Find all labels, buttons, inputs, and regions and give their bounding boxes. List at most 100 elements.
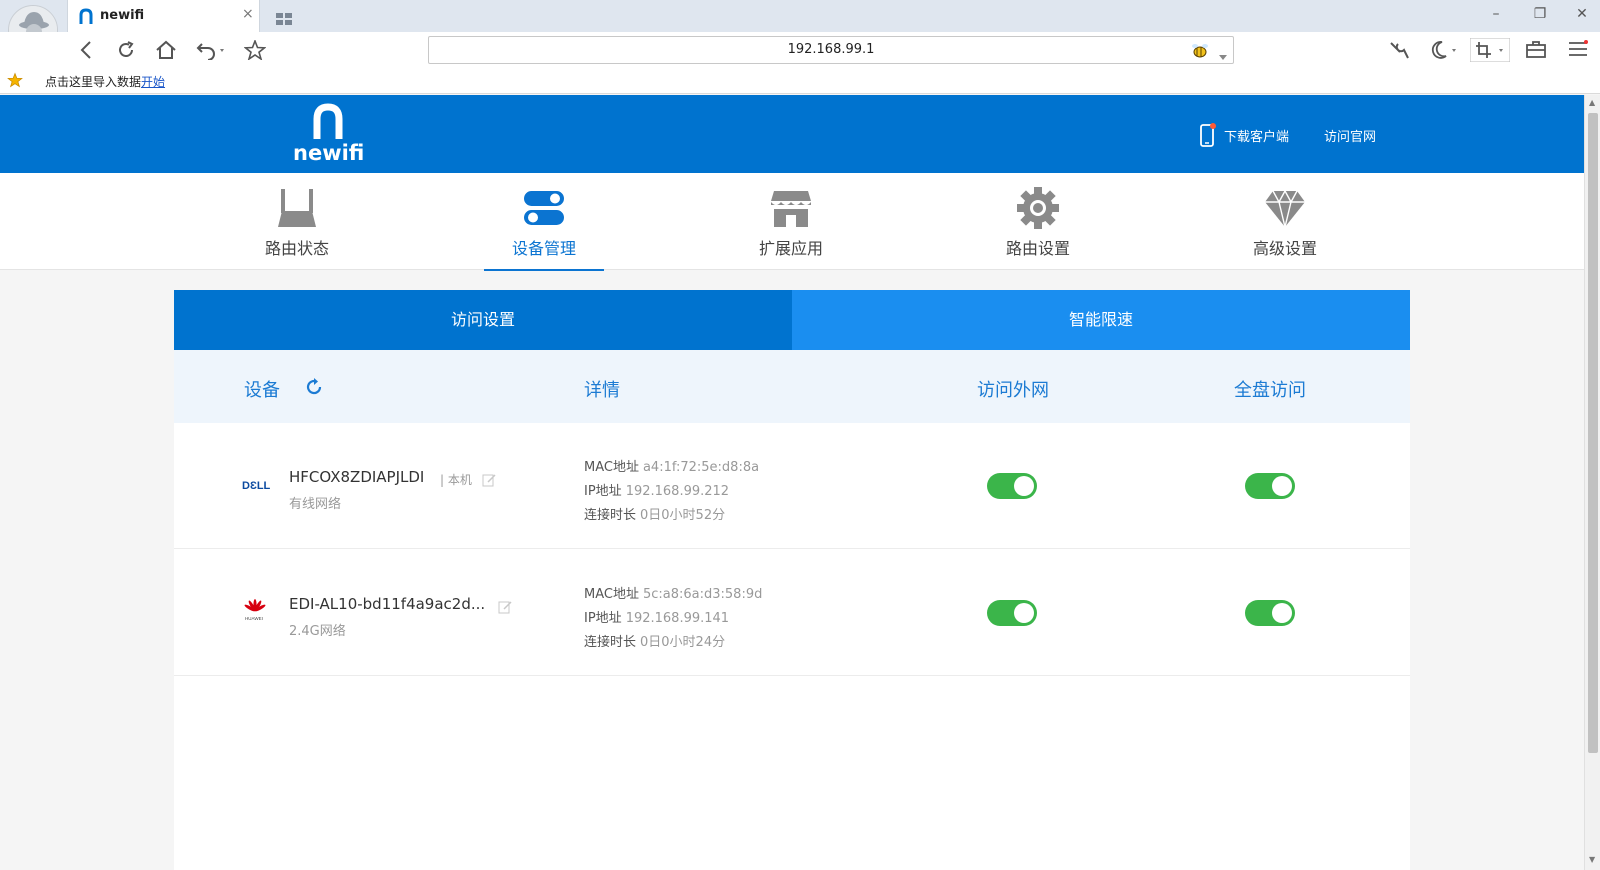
bookmark-prompt-text: 点击这里导入数据	[45, 75, 142, 89]
mac-label: MAC地址	[584, 460, 639, 475]
mac-label: MAC地址	[584, 587, 639, 602]
browser-tab-bar: newifi × – ❐ ✕	[0, 0, 1600, 55]
close-window-icon[interactable]: ✕	[1570, 6, 1594, 22]
logo-text: newifi	[293, 141, 365, 165]
nav-advanced-settings[interactable]: 高级设置	[1223, 173, 1347, 270]
browser-toolbar: 192.168.99.1	[0, 32, 1600, 68]
device-network: 有线网络	[289, 497, 342, 512]
duration-label: 连接时长	[584, 635, 637, 650]
nav-label: 扩展应用	[758, 239, 823, 258]
favorite-star-icon[interactable]	[243, 38, 267, 64]
ip-value: 192.168.99.141	[625, 611, 730, 626]
ip-value: 192.168.99.212	[625, 484, 730, 499]
edit-name-icon[interactable]	[498, 599, 512, 618]
bookmark-star-icon	[7, 72, 23, 92]
store-icon	[771, 191, 811, 227]
subtab-bar: 访问设置 智能限速	[174, 290, 1410, 358]
nav-router-status[interactable]: 路由状态	[235, 173, 359, 270]
toggle-knob	[1272, 476, 1292, 496]
tools-wrench-icon[interactable]	[1388, 40, 1410, 64]
browser-tab[interactable]: newifi ×	[67, 0, 260, 32]
page-scrollbar[interactable]: ▲ ▼	[1584, 95, 1600, 870]
gear-icon	[1017, 187, 1059, 229]
bookmarks-bar: 点击这里导入数据开始	[0, 68, 1600, 94]
router-admin-page: newifi 下载客户端 访问官网 路由状态 设备管理 扩展应用 路由设置 高级…	[0, 95, 1584, 870]
nav-router-settings[interactable]: 路由设置	[976, 173, 1100, 270]
mac-value: a4:1f:72:5e:d8:8a	[642, 460, 760, 475]
restore-icon[interactable]: ❐	[1528, 6, 1552, 22]
column-device: 设备	[244, 380, 280, 401]
mac-address: MAC地址 a4:1f:72:5e:d8:8a	[584, 456, 759, 475]
device-name: HFCOX8ZDIAPJLDI	[289, 468, 425, 486]
home-icon[interactable]	[155, 40, 177, 64]
toggle-knob	[1272, 603, 1292, 623]
toggle-knob	[1014, 476, 1034, 496]
scroll-up-icon[interactable]: ▲	[1589, 98, 1595, 107]
tab-title: newifi	[100, 8, 145, 23]
url-text: 192.168.99.1	[787, 42, 875, 57]
toggle-switches-icon	[524, 191, 564, 225]
nav-label: 路由设置	[1005, 239, 1070, 258]
column-details: 详情	[584, 380, 620, 401]
mac-value: 5c:a8:6a:d3:58:9d	[642, 587, 763, 602]
official-site-link[interactable]: 访问官网	[1324, 126, 1376, 145]
column-disk-access: 全盘访问	[1234, 380, 1306, 401]
minimize-icon[interactable]: –	[1484, 6, 1508, 22]
svg-text:HUAWEI: HUAWEI	[245, 616, 263, 621]
url-dropdown-icon[interactable]	[1219, 46, 1227, 65]
newifi-logo[interactable]: newifi	[293, 103, 365, 165]
device-name: EDI-AL10-bd11f4a9ac2d...	[289, 595, 486, 613]
ip-label: IP地址	[584, 484, 622, 499]
main-navigation: 路由状态 设备管理 扩展应用 路由设置 高级设置	[0, 173, 1584, 271]
ip-label: IP地址	[584, 611, 622, 626]
bee-extension-icon[interactable]	[1191, 43, 1209, 63]
edit-name-icon[interactable]	[482, 472, 496, 491]
internet-access-toggle[interactable]	[987, 600, 1037, 626]
phone-icon	[1200, 123, 1216, 151]
column-internet-access: 访问外网	[977, 380, 1049, 401]
disk-access-toggle[interactable]	[1245, 600, 1295, 626]
nav-device-management[interactable]: 设备管理	[482, 173, 606, 271]
nav-extensions[interactable]: 扩展应用	[729, 173, 853, 270]
undo-close-icon[interactable]	[196, 40, 228, 64]
tab-grid-icon[interactable]	[276, 10, 292, 29]
bookmark-import-link[interactable]: 开始	[141, 75, 165, 89]
internet-access-toggle[interactable]	[987, 473, 1037, 499]
nav-label: 高级设置	[1252, 239, 1317, 258]
local-device-tag-text: 本机	[447, 473, 472, 487]
refresh-icon[interactable]	[304, 377, 324, 401]
connection-duration: 连接时长 0日0小时52分	[584, 504, 725, 523]
nav-label: 设备管理	[511, 239, 576, 258]
table-header: 设备 详情 访问外网 全盘访问	[174, 350, 1410, 423]
download-client-link[interactable]: 下载客户端	[1224, 126, 1289, 145]
screenshot-icon[interactable]	[1469, 37, 1511, 66]
scroll-down-icon[interactable]: ▼	[1589, 855, 1595, 864]
nav-label: 路由状态	[264, 239, 329, 258]
ip-address: IP地址 192.168.99.141	[584, 607, 729, 626]
scroll-thumb[interactable]	[1588, 113, 1598, 753]
active-nav-indicator	[484, 269, 604, 271]
night-mode-icon[interactable]	[1428, 40, 1460, 64]
reload-icon[interactable]	[116, 40, 136, 64]
device-row: HUAWEI EDI-AL10-bd11f4a9ac2d... 2.4G网络 M…	[174, 550, 1410, 676]
back-icon[interactable]	[78, 40, 96, 64]
bookmark-import-prompt: 点击这里导入数据开始	[45, 73, 165, 90]
tab-close-icon[interactable]: ×	[242, 6, 254, 22]
newifi-tab-icon	[79, 8, 93, 28]
connection-duration: 连接时长 0日0小时24分	[584, 631, 725, 650]
newifi-logo-icon	[313, 103, 343, 139]
disk-access-toggle[interactable]	[1245, 473, 1295, 499]
duration-label: 连接时长	[584, 508, 637, 523]
address-bar[interactable]: 192.168.99.1	[428, 36, 1234, 64]
menu-icon[interactable]	[1568, 40, 1588, 62]
ip-address: IP地址 192.168.99.212	[584, 480, 729, 499]
router-icon	[278, 189, 316, 227]
duration-value: 0日0小时24分	[640, 635, 726, 650]
toggle-knob	[1014, 603, 1034, 623]
device-network: 2.4G网络	[289, 624, 346, 639]
mac-address: MAC地址 5c:a8:6a:d3:58:9d	[584, 583, 762, 602]
toolbox-icon[interactable]	[1526, 40, 1546, 62]
duration-value: 0日0小时52分	[640, 508, 726, 523]
tab-access-settings[interactable]: 访问设置	[174, 290, 792, 350]
tab-smart-speed-limit[interactable]: 智能限速	[792, 290, 1410, 350]
